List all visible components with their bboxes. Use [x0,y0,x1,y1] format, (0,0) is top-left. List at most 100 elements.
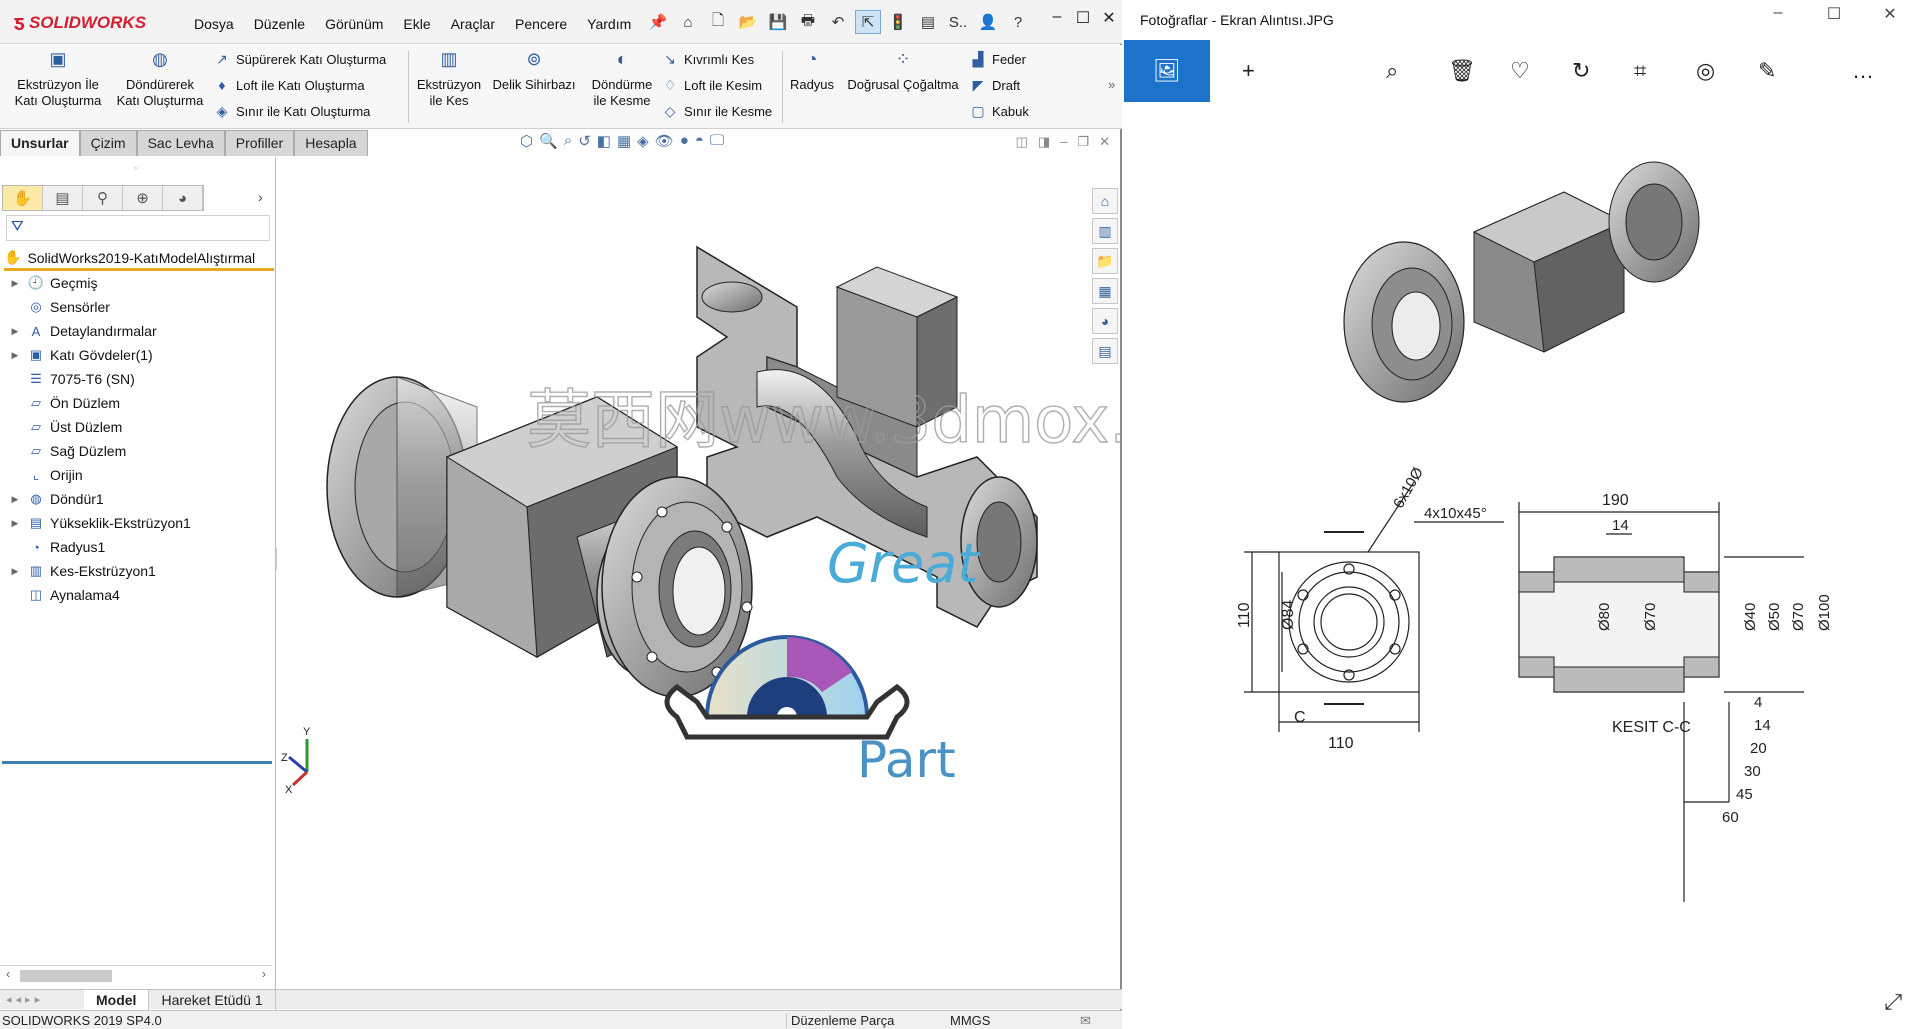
menu-edit[interactable]: Düzenle [244,16,315,32]
tree-item[interactable]: ▱ Üst Düzlem [0,415,272,439]
minimize-icon[interactable]: – [1044,8,1070,28]
photos-close-icon[interactable]: ✕ [1862,4,1918,24]
tab-evaluate[interactable]: Hesapla [294,130,368,156]
maximize-icon[interactable]: ☐ [1070,8,1096,28]
tree-item[interactable]: ◫ Aynalama4 [0,583,272,607]
rib-button[interactable]: ▟ Feder [970,51,1026,68]
menu-view[interactable]: Görünüm [315,16,393,32]
tree-item[interactable]: ▶ ▣ Katı Gövdeler(1) [0,343,272,367]
rollback-bar[interactable] [2,761,272,764]
more-options-icon[interactable]: … [1852,58,1874,84]
tile-left-icon[interactable]: ◫ [1016,134,1028,150]
pin-icon[interactable]: 📌 [645,10,671,34]
tree-item[interactable]: ▶ A Detaylandırmalar [0,319,272,343]
configuration-manager-tab-icon[interactable]: ⚲ [83,186,123,210]
panel-grip-icon[interactable]: ◦ [134,163,137,173]
open-folder-icon[interactable]: 📂 [735,10,761,34]
status-message-icon[interactable]: ✉ [1080,1013,1091,1029]
panel-expand-arrow-icon[interactable]: › [258,189,263,205]
task-pane-home-icon[interactable]: ⌂ [1092,188,1118,214]
property-manager-tab-icon[interactable]: ▤ [43,186,83,210]
tree-item[interactable]: ◔ Radyus1 [0,535,272,559]
tab-motion-study[interactable]: Hareket Etüdü 1 [149,989,276,1010]
expand-arrow-icon[interactable]: ▶ [8,518,22,529]
scene-icon[interactable]: ◓ [695,132,704,150]
tile-right-icon[interactable]: ◨ [1038,134,1050,150]
tree-filter-input[interactable]: ⛛ [6,215,270,241]
doc-close-icon[interactable]: ✕ [1099,134,1110,150]
file-explorer-icon[interactable]: 📁 [1092,248,1118,274]
extrude-cut-button[interactable]: ▥ Ekstrüzyon ile Kes [410,50,488,109]
dimxpert-tab-icon[interactable]: ⊕ [123,186,163,210]
tab-profiles[interactable]: Profiller [224,130,295,156]
zoom-fit-icon[interactable]: 🔍 [539,132,558,150]
boundary-cut-button[interactable]: ◇ Sınır ile Kesme [662,103,773,120]
display-manager-tab-icon[interactable]: ◕ [163,186,203,210]
graphics-area[interactable]: 莫西网www.3dmox.com Great Part Y Z X [277,157,1120,990]
menu-help[interactable]: Yardım [577,16,641,32]
save-icon[interactable]: 💾 [765,10,791,34]
display-style-icon[interactable]: ◈ [637,132,649,150]
tree-item[interactable]: ◎ Sensörler [0,295,272,319]
undo-icon[interactable]: ↶ [825,10,851,34]
loft-cut-button[interactable]: ♢ Loft ile Kesim [662,77,762,94]
boundary-boss-button[interactable]: ◈ Sınır ile Katı Oluşturma [214,103,371,120]
loft-boss-button[interactable]: ♦ Loft ile Katı Oluşturma [214,77,364,93]
menu-window[interactable]: Pencere [505,16,577,32]
doc-restore-icon[interactable]: ❐ [1077,134,1089,150]
options-icon[interactable]: ▤ [915,10,941,34]
favorite-icon[interactable]: ♡ [1510,58,1530,84]
tab-features[interactable]: Unsurlar [0,130,80,156]
view-settings-icon[interactable]: 🖵 [710,132,724,150]
expand-arrow-icon[interactable]: ▶ [8,278,22,289]
print-icon[interactable]: 🖶 [795,10,821,34]
scroll-left-icon[interactable]: ‹ [6,967,10,981]
linear-pattern-button[interactable]: ⁘ Doğrusal Çoğaltma [842,50,964,93]
zoom-icon[interactable]: ⌕ [1386,58,1398,84]
tab-model[interactable]: Model [84,989,150,1010]
hole-wizard-button[interactable]: ⊚ Delik Sihirbazı [490,50,578,93]
tree-item[interactable]: ▶ 🕘 Geçmiş [0,271,272,295]
scroll-thumb[interactable] [20,970,112,982]
expand-arrow-icon[interactable]: ▶ [8,350,22,361]
tab-sketch[interactable]: Çizim [79,130,137,156]
tree-root-part[interactable]: ✋ SolidWorks2019-KatıModelAlıştırmal [4,247,274,271]
view-palette-icon[interactable]: ▦ [1092,278,1118,304]
shell-button[interactable]: ▢ Kabuk [970,103,1029,120]
traffic-light-icon[interactable]: 🚦 [885,10,911,34]
revolve-cut-button[interactable]: ◐ Döndürme ile Kesme [582,50,662,109]
menu-tools[interactable]: Araçlar [441,16,505,32]
menu-file[interactable]: Dosya [184,16,244,32]
swept-boss-button[interactable]: ↗ Süpürerek Katı Oluşturma [214,51,386,68]
edit-create-icon[interactable]: ✎ [1758,58,1776,84]
status-units[interactable]: MMGS [950,1013,990,1028]
tab-sheet-metal[interactable]: Sac Levha [136,130,225,156]
help-icon[interactable]: ? [1005,10,1031,34]
view-orientation-icon[interactable]: ⬡ [520,132,533,150]
appearances-icon[interactable]: ◕ [1092,308,1118,334]
revolve-boss-button[interactable]: ◍ Döndürerek Katı Oluşturma [112,50,208,109]
add-to-icon[interactable]: + [1242,58,1255,84]
select-pointer-icon[interactable]: ⇱ [855,10,881,34]
doc-minimize-icon[interactable]: – [1060,134,1067,150]
hide-show-icon[interactable]: 👁 [655,132,674,150]
search-commands[interactable]: S.. [945,10,971,34]
tree-horizontal-scrollbar[interactable]: ‹ › [0,965,272,983]
tree-item[interactable]: ▶ ▥ Kes-Ekstrüzyon1 [0,559,272,583]
dynamic-annotation-icon[interactable]: ▦ [617,132,631,150]
enhance-icon[interactable]: ◎ [1696,58,1715,84]
see-all-photos-icon[interactable]: 🖼 [1124,40,1210,102]
crop-icon[interactable]: ⌗ [1634,58,1646,84]
appearance-icon[interactable]: ● [680,132,689,150]
scroll-right-icon[interactable]: › [262,967,266,981]
close-icon[interactable]: ✕ [1096,8,1122,28]
tree-item[interactable]: ▶ ◍ Döndür1 [0,487,272,511]
rotate-icon[interactable]: ↻ [1572,58,1590,84]
fillet-button[interactable]: ◔ Radyus [786,50,838,93]
photos-maximize-icon[interactable]: ☐ [1806,4,1862,24]
feature-manager-tab-icon[interactable]: ✋ [3,186,43,210]
tree-item[interactable]: ▶ ▤ Yükseklik-Ekstrüzyon1 [0,511,272,535]
previous-view-icon[interactable]: ↺ [578,132,591,150]
full-screen-icon[interactable]: ⤢ [1884,989,1902,1015]
new-document-icon[interactable]: 🗋 [705,10,731,34]
